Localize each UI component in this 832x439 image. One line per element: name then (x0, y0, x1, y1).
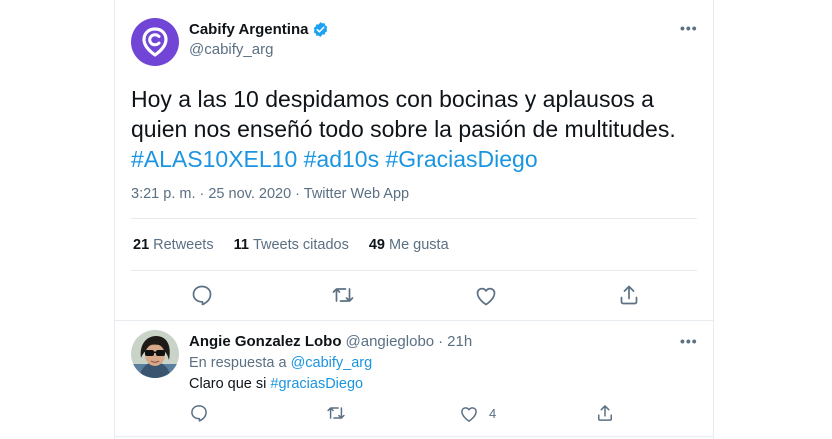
reply-like-icon[interactable] (459, 404, 479, 424)
reply-header: Angie Gonzalez Lobo @angieglobo · 21h (189, 333, 472, 350)
tweet-hashtags[interactable]: #ALAS10XEL10 #ad10s #GraciasDiego (131, 144, 691, 174)
in-reply-to: En respuesta a @cabify_arg (189, 355, 373, 371)
author-name-text[interactable]: Cabify Argentina (189, 21, 308, 38)
tweet-text-line-1: Hoy a las 10 despidamos con bocinas y ap… (131, 86, 654, 112)
reply-author-name[interactable]: Angie Gonzalez Lobo (189, 333, 342, 350)
cabify-avatar[interactable] (131, 18, 179, 66)
verified-badge-icon (314, 22, 328, 37)
retweets-stat[interactable]: 21 Retweets (133, 237, 214, 253)
reply-more-options-icon[interactable]: ••• (680, 333, 698, 349)
author-name[interactable]: Cabify Argentina (189, 21, 329, 38)
cabify-logo-icon (142, 27, 168, 57)
retweet-icon[interactable] (331, 283, 355, 307)
author-handle[interactable]: @cabify_arg (189, 41, 273, 58)
tweet-timestamp[interactable]: 3:21 p. m. · 25 nov. 2020 · Twitter Web … (131, 186, 409, 202)
reply-text: Claro que si #graciasDiego (189, 376, 364, 392)
reply-author-handle[interactable]: @angieglobo (346, 333, 435, 350)
tweet-text-line-2: quien nos enseñó todo sobre la pasión de… (131, 116, 676, 142)
reply-like-count: 4 (489, 406, 497, 421)
divider (131, 270, 697, 271)
reply-time[interactable]: 21h (447, 333, 472, 350)
reply-share-icon[interactable] (595, 403, 615, 423)
divider (131, 218, 697, 219)
reply-icon[interactable] (190, 283, 214, 307)
tweet-detail-card: Cabify Argentina @cabify_arg ••• Hoy a l… (114, 0, 714, 439)
tweet-stats: 21 Retweets 11 Tweets citados 49 Me gusta (133, 237, 449, 253)
reply-avatar[interactable] (131, 330, 179, 378)
share-icon[interactable] (617, 283, 641, 307)
divider (115, 320, 713, 321)
more-options-icon[interactable]: ••• (680, 20, 698, 36)
reply-separator: · (438, 333, 444, 350)
like-icon[interactable] (474, 284, 498, 308)
reply-reply-icon[interactable] (189, 403, 209, 423)
reply-retweet-icon[interactable] (326, 403, 346, 423)
likes-stat[interactable]: 49 Me gusta (369, 237, 449, 253)
reply-hashtag[interactable]: #graciasDiego (270, 376, 363, 392)
in-reply-to-handle[interactable]: @cabify_arg (291, 355, 373, 371)
reply-avatar-photo (131, 330, 179, 378)
quotes-stat[interactable]: 11 Tweets citados (234, 237, 349, 253)
tweet-text: Hoy a las 10 despidamos con bocinas y ap… (131, 84, 691, 174)
divider (115, 436, 713, 437)
